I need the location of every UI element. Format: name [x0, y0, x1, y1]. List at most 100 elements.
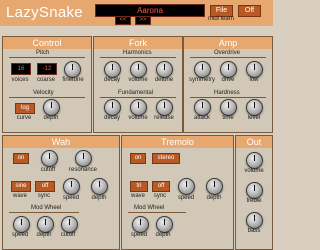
pitch-divider [9, 57, 85, 58]
finetune-label: finetune [62, 77, 84, 83]
low-knob[interactable] [246, 61, 263, 78]
voices-display[interactable]: 16 [11, 63, 31, 75]
power-button[interactable]: Off [238, 5, 261, 17]
wah-speed-knob[interactable] [63, 178, 80, 195]
wah-modwheel-depth-knob[interactable] [37, 216, 54, 233]
control-panel: Control Pitch 16 -12 voices coarse finet… [2, 36, 92, 133]
wah-modwheel-cutoff-label: cutoff [60, 232, 76, 238]
hardness-divider [190, 97, 266, 98]
tremolo-sync-label: sync [153, 193, 167, 199]
out-volume-label: volume [244, 168, 264, 174]
wah-resonance-label: resonance [68, 167, 98, 173]
midi-learn-label[interactable]: midi learn [208, 16, 234, 22]
level-knob[interactable] [246, 99, 263, 116]
harmonics-header: Harmonics [123, 50, 152, 56]
fundamental-volume-label: volume [128, 115, 148, 121]
wah-wave-button[interactable]: sine [11, 181, 31, 192]
wah-depth-knob[interactable] [91, 178, 108, 195]
harmonics-volume-knob[interactable] [130, 61, 147, 78]
drive-knob[interactable] [220, 61, 237, 78]
wah-panel: Wah on cutoff resonance sine off wave sy… [2, 135, 120, 250]
velocity-divider [9, 97, 85, 98]
drive-label: drive [221, 77, 235, 83]
tremolo-modwheel-depth-label: depth [155, 232, 171, 238]
out-volume-knob[interactable] [246, 152, 263, 169]
out-title: Out [236, 136, 272, 148]
velocity-depth-knob[interactable] [43, 99, 60, 116]
fundamental-decay-label: decay [103, 115, 120, 121]
tremolo-wave-label: wave [130, 193, 145, 199]
fundamental-release-knob[interactable] [156, 99, 173, 116]
tremolo-on-button[interactable]: on [130, 153, 146, 164]
wah-modwheel-divider [9, 212, 79, 213]
out-bass-knob[interactable] [246, 212, 263, 229]
tremolo-modwheel-speed-knob[interactable] [132, 216, 149, 233]
fundamental-header: Fundamental [118, 90, 154, 96]
preset-prev-button[interactable]: << [115, 16, 131, 25]
tremolo-depth-knob[interactable] [206, 178, 223, 195]
tremolo-stereo-button[interactable]: stereo [152, 153, 180, 164]
symmetry-knob[interactable] [194, 61, 211, 78]
fundamental-decay-knob[interactable] [104, 99, 121, 116]
harmonics-decay-label: decay [103, 77, 120, 83]
curve-label: curve [16, 115, 32, 121]
pitch-header: Pitch [36, 50, 50, 56]
tremolo-depth-label: depth [206, 195, 222, 201]
fundamental-volume-knob[interactable] [130, 99, 147, 116]
harmonics-decay-knob[interactable] [104, 61, 121, 78]
wah-resonance-knob[interactable] [75, 150, 92, 167]
tremolo-modwheel-header: Mod Wheel [134, 205, 165, 211]
out-treble-label: treble [246, 198, 262, 204]
finetune-knob[interactable] [64, 61, 81, 78]
attack-knob[interactable] [194, 99, 211, 116]
tremolo-panel: Tremolo on stereo tri off wave sync spee… [121, 135, 234, 250]
overdrive-divider [190, 57, 266, 58]
overdrive-header: Overdrive [214, 50, 241, 56]
amp-panel: Amp Overdrive symmetry drive low Hardnes… [183, 36, 273, 133]
fork-title: Fork [94, 37, 182, 49]
wah-modwheel-speed-knob[interactable] [13, 216, 30, 233]
wah-modwheel-cutoff-knob[interactable] [61, 216, 78, 233]
harmonics-detune-knob[interactable] [156, 61, 173, 78]
wah-depth-label: depth [91, 195, 107, 201]
wah-title: Wah [3, 136, 119, 148]
tremolo-sync-button[interactable]: off [152, 181, 170, 192]
wah-sync-label: sync [37, 193, 51, 199]
curve-button[interactable]: log [15, 103, 35, 114]
tremolo-modwheel-divider [128, 212, 186, 213]
control-title: Control [3, 37, 91, 49]
tremolo-modwheel-depth-knob[interactable] [156, 216, 173, 233]
preset-next-button[interactable]: >> [135, 16, 151, 25]
low-label: low [249, 77, 259, 83]
wah-modwheel-speed-label: speed [11, 232, 29, 238]
tremolo-speed-knob[interactable] [178, 178, 195, 195]
time-knob[interactable] [220, 99, 237, 116]
tremolo-modwheel-speed-label: speed [130, 232, 148, 238]
velocity-depth-label: depth [43, 115, 59, 121]
hardness-header: Hardness [214, 90, 240, 96]
level-label: level [247, 115, 261, 121]
velocity-header: Velocity [33, 90, 54, 96]
fork-panel: Fork Harmonics decay volume detune Funda… [93, 36, 183, 133]
wah-wave-label: wave [12, 193, 27, 199]
out-treble-knob[interactable] [246, 182, 263, 199]
coarse-display[interactable]: -12 [37, 63, 57, 75]
amp-title: Amp [184, 37, 272, 49]
harmonics-divider [100, 57, 176, 58]
tremolo-wave-button[interactable]: tri [130, 181, 148, 192]
wah-on-button[interactable]: on [13, 153, 29, 164]
wah-cutoff-knob[interactable] [41, 150, 58, 167]
fundamental-release-label: release [154, 115, 174, 121]
voices-label: voices [11, 77, 29, 83]
coarse-label: coarse [36, 77, 55, 83]
tremolo-title: Tremolo [122, 136, 233, 148]
wah-modwheel-depth-label: depth [36, 232, 52, 238]
app-title: LazySnake [6, 4, 83, 21]
out-bass-label: bass [247, 228, 261, 234]
attack-label: attack [193, 115, 210, 121]
wah-speed-label: speed [62, 195, 80, 201]
wah-sync-button[interactable]: off [35, 181, 55, 192]
wah-modwheel-header: Mod Wheel [31, 205, 62, 211]
harmonics-detune-label: detune [154, 77, 174, 83]
preset-name: Aarona [137, 6, 163, 15]
